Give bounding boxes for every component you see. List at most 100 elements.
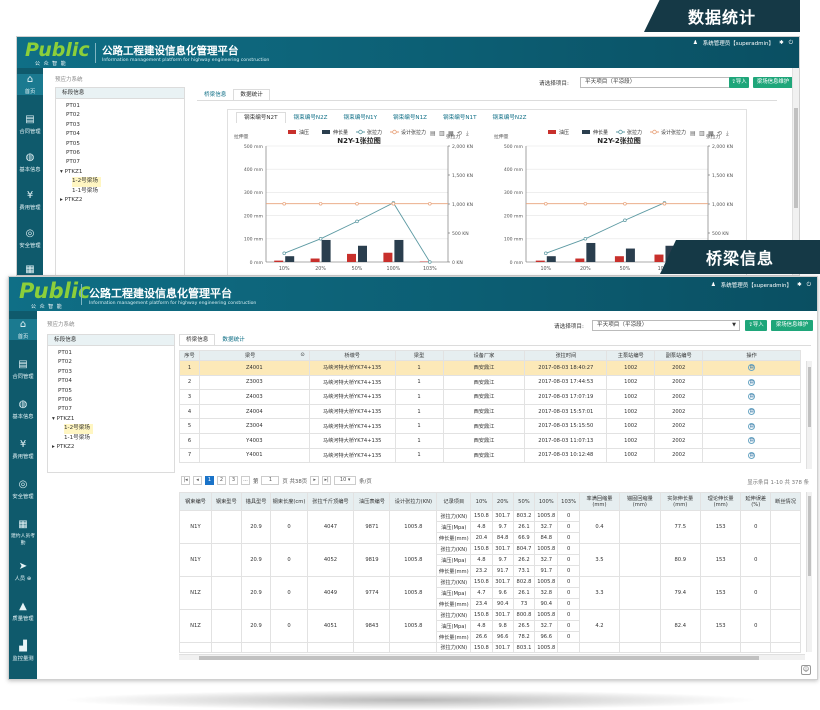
tree-item[interactable]: PT04 [66,130,184,139]
user-name[interactable]: 系统管理员【superadmin】 [721,281,792,289]
logout-icon[interactable]: ⏻ [789,40,793,47]
table-scrollbar[interactable] [806,361,812,469]
sidebar-item-monitoring[interactable]: ▟ 监控量测 [9,641,37,662]
sidebar-item-home[interactable]: ⌂ 首页 [9,319,37,340]
sidebar-item-cost[interactable]: ¥ 费用管理 [17,190,43,211]
chart-tab[interactable]: 钢束编号N2Z [286,112,336,123]
sidebar-item-quality[interactable]: ▲ 质量管理 [9,601,37,622]
scrollbar-thumb[interactable] [808,496,811,576]
table-row[interactable]: 张拉力(KN) 150.8 301.7 803.1 1005.8 [179,642,801,653]
tree-item[interactable]: 1-1号梁场 [58,434,174,443]
tab-bridge-info[interactable]: 桥梁信息 [197,89,233,100]
table-row[interactable]: N1Y 20.9 0 4047 9871 1005.8 张拉力(KN) 150.8 301.7 8… [179,510,801,544]
page-size-select[interactable]: 10 ▾ [334,476,357,485]
import-button[interactable]: ⇪导入 [729,77,749,88]
settings-icon[interactable]: ✱ [779,40,784,46]
table-row[interactable]: N1Z 20.9 0 4051 9843 1005.8 张拉力(KN) 150.8 301.7 8… [179,609,801,643]
scrollbar-thumb[interactable] [199,656,759,660]
page-button[interactable]: 3 [229,476,238,485]
view-detail-icon[interactable]: ▤ [748,393,756,401]
table-row[interactable]: 2 Z3003 马峡河特大桥YK74+135 1 西安鼎江 2017-08-03 17:4… [179,374,801,391]
tree-item[interactable]: 1-1号梁场 [66,187,184,196]
user-name[interactable]: 系统管理员【superadmin】 [703,39,774,47]
tree-item-selected[interactable]: 1-2号梁场 [72,177,101,187]
view-detail-icon[interactable]: ▤ [748,437,756,445]
view-detail-icon[interactable]: ▤ [748,451,756,459]
import-button[interactable]: ⇪导入 [745,320,767,331]
tab-data-stats[interactable]: 数据统计 [233,89,270,100]
project-select[interactable]: 平天项目（平凉段）▼ [580,77,740,88]
tree-item[interactable]: PT02 [58,358,174,367]
tree-item[interactable]: PT03 [66,121,184,130]
table-row[interactable]: N1Y 20.9 0 4052 9819 1005.8 张拉力(KN) 150.8 301.7 8… [179,543,801,577]
tree-item-expanded[interactable]: ▾ PTKZ1 [52,415,174,424]
tree-item[interactable]: PT07 [58,405,174,414]
maintain-button[interactable]: 梁场信息维护 [771,320,813,331]
page-button[interactable]: 1 [205,476,214,485]
tree-item[interactable]: PT05 [58,387,174,396]
chart-tab[interactable]: 钢束编号N1T [435,112,485,123]
view-detail-icon[interactable]: ▤ [748,422,756,430]
tree-item[interactable]: PT07 [66,158,184,167]
table-row[interactable]: N1Z 20.9 0 4049 9774 1005.8 张拉力(KN) 150.8 301.7 8… [179,576,801,610]
tree-item[interactable]: PT01 [58,349,174,358]
tree-item[interactable]: PT01 [66,102,184,111]
view-detail-icon[interactable]: ▤ [748,364,756,372]
sidebar-item-attendance[interactable]: ▦ 建约人员考勤 [9,519,37,546]
tree-item[interactable]: PT06 [58,396,174,405]
detail-scrollbar[interactable] [806,492,812,652]
tree-item-collapsed[interactable]: ▸ PTKZ2 [60,196,184,205]
view-detail-icon[interactable]: ▤ [748,408,756,416]
tree-item[interactable]: PT03 [58,368,174,377]
sidebar-item-cost[interactable]: ¥ 费用管理 [9,439,37,460]
table-row[interactable]: 4 Z4004 马峡河特大桥YK74+135 1 西安鼎江 2017-08-03 15:5… [179,403,801,420]
sidebar-item-attendance[interactable]: ▦ [17,264,43,275]
scrollbar-thumb[interactable] [808,367,811,427]
tree-item[interactable]: PT02 [66,111,184,120]
tree-item[interactable]: PT06 [66,149,184,158]
view-detail-icon[interactable]: ▤ [748,378,756,386]
sidebar-item-basic-info[interactable]: ◍ 基本信息 [17,152,43,173]
chart-tab[interactable]: 钢束编号N2Z [485,112,535,123]
tab-data-stats[interactable]: 数据统计 [215,334,251,345]
sidebar-item-contract[interactable]: ▤ 合同管理 [9,359,37,380]
tree-item[interactable]: PT04 [58,377,174,386]
tree-item[interactable]: PT05 [66,140,184,149]
page-button[interactable]: 2 [217,476,226,485]
home-icon: ⌂ [19,319,27,330]
page-input[interactable]: 1 [261,476,280,485]
plus-icon[interactable]: ⊕ [27,576,31,582]
tree-item-selected[interactable]: 1-2号梁场 [64,424,93,434]
user-area[interactable]: ♟ 系统管理员【superadmin】 ✱ ⏻ [693,39,793,48]
chart-tab[interactable]: 钢束编号N1Z [385,112,435,123]
logout-icon[interactable]: ⏻ [807,282,811,289]
sidebar-item-home[interactable]: ⌂ 首页 [17,74,43,95]
last-page-button[interactable]: ▸| [322,476,332,485]
tab-bridge-info[interactable]: 桥梁信息 [179,334,216,345]
sidebar-item-contract[interactable]: ▤ 合同管理 [17,114,43,135]
horizontal-scrollbar[interactable] [179,654,805,660]
table-row[interactable]: 5 Z3004 马峡河特大桥YK74+135 1 西安鼎江 2017-08-03 15:1… [179,418,801,434]
next-page-button[interactable]: ▸ [310,476,320,485]
sidebar-item-safety[interactable]: ◎ 安全管理 [17,228,43,249]
first-page-button[interactable]: |◂ [181,476,190,485]
sidebar-item-basic-info[interactable]: ◍ 基本信息 [9,399,37,420]
user-area[interactable]: ♟ 系统管理员【superadmin】 ✱ ⏻ [711,281,811,290]
filter-icon[interactable]: ⊙ [300,352,304,358]
prev-page-button[interactable]: ◂ [193,476,202,485]
table-row[interactable]: 6 Y4003 马峡河特大桥YK74+135 1 西安鼎江 2017-08-03 11:0… [179,432,801,449]
table-row[interactable]: 1 Z4001 马峡河特大桥YK74+135 1 西安鼎江 2017-08-03 18:4… [179,360,801,376]
settings-icon[interactable]: ✱ [797,282,802,288]
table-row[interactable]: 7 Y4001 马峡河特大桥YK74+135 1 西安鼎江 2017-08-03 10:1… [179,447,801,464]
tree-item-expanded[interactable]: ▾ PTKZ1 [60,168,184,177]
table-row[interactable]: 3 Z4003 马峡河特大桥YK74+135 1 西安鼎江 2017-08-03 17:0… [179,389,801,405]
chart-tab[interactable]: 钢束编号N1Y [336,112,386,123]
maintain-button[interactable]: 梁场信息维护 [753,77,793,88]
sidebar-item-personnel[interactable]: ➤ 人员 ⊕ [9,561,37,582]
chart-tab[interactable]: 钢束编号N2T [236,112,286,123]
scrollbar-thumb[interactable] [794,108,798,208]
project-select[interactable]: 平天项目（平凉段）▼ [592,320,740,331]
chat-icon[interactable]: ☺ [801,665,811,675]
tree-item-collapsed[interactable]: ▸ PTKZ2 [52,443,174,452]
sidebar-item-safety[interactable]: ◎ 安全管理 [9,479,37,500]
